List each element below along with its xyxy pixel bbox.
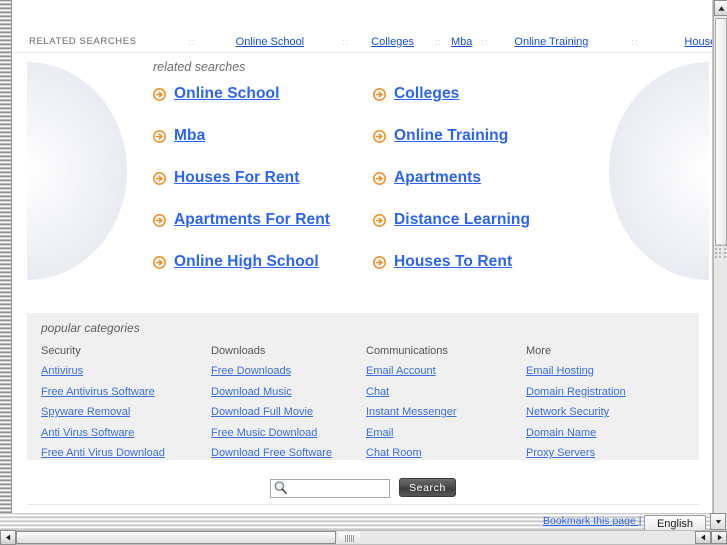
- category-column-security: Security Antivirus Free Antivirus Softwa…: [41, 345, 211, 468]
- category-link[interactable]: Download Music: [211, 386, 292, 398]
- category-link[interactable]: Email: [366, 427, 394, 439]
- nav-separator: ::: [342, 36, 350, 47]
- related-searches-nav-label: RELATED SEARCHES: [29, 36, 137, 47]
- category-link[interactable]: Chat Room: [366, 447, 422, 459]
- scrollbar-grip: [715, 240, 727, 280]
- related-searches-grid: Online School Colleges Mba Online Traini…: [153, 82, 603, 274]
- related-link-item[interactable]: Mba: [153, 124, 373, 148]
- horizontal-scrollbar[interactable]: [0, 530, 727, 545]
- search-button[interactable]: Search: [399, 478, 456, 498]
- related-link-label[interactable]: Apartments: [394, 169, 481, 187]
- related-link-label[interactable]: Colleges: [394, 85, 459, 103]
- related-link-item[interactable]: Distance Learning: [373, 208, 593, 232]
- category-link[interactable]: Download Free Software: [211, 447, 332, 459]
- scrollbar-grip: [338, 532, 360, 544]
- horizontal-scrollbar-track[interactable]: [16, 530, 727, 545]
- popular-categories-heading: popular categories: [41, 321, 140, 335]
- category-link[interactable]: Email Hosting: [526, 365, 594, 377]
- related-link-item[interactable]: Houses For Rent: [153, 166, 373, 190]
- category-link[interactable]: Free Anti Virus Download: [41, 447, 165, 459]
- category-link[interactable]: Domain Registration: [526, 386, 626, 398]
- scroll-left-arrow-icon[interactable]: [0, 530, 16, 545]
- category-column-downloads: Downloads Free Downloads Download Music …: [211, 345, 366, 468]
- arrow-circle-right-icon: [373, 87, 386, 101]
- arrow-circle-right-icon: [373, 171, 386, 185]
- window-left-gutter: [0, 0, 12, 513]
- related-link-item[interactable]: Online School: [153, 82, 373, 106]
- page-content: RELATED SEARCHES :: Online School :: Col…: [13, 0, 713, 513]
- related-link-item[interactable]: Online Training: [373, 124, 593, 148]
- arrow-circle-right-icon: [373, 213, 386, 227]
- nav-separator: ::: [188, 36, 196, 47]
- bookmark-this-page-link[interactable]: Bookmark this page |: [543, 515, 641, 527]
- category-link[interactable]: Domain Name: [526, 427, 596, 439]
- arrow-circle-right-icon: [153, 213, 166, 227]
- category-title: Security: [41, 345, 81, 357]
- category-link[interactable]: Chat: [366, 386, 389, 398]
- arrow-circle-right-icon: [153, 129, 166, 143]
- nav-link-houses-for-rent[interactable]: Houses For Rent: [684, 36, 713, 48]
- related-link-label[interactable]: Houses For Rent: [174, 169, 300, 187]
- category-title: Communications: [366, 345, 448, 357]
- related-link-item[interactable]: Online High School: [153, 250, 373, 274]
- scroll-right-arrow-icon[interactable]: [711, 531, 727, 544]
- related-link-label[interactable]: Online Training: [394, 127, 508, 145]
- category-title: More: [526, 345, 552, 357]
- related-link-label[interactable]: Mba: [174, 127, 205, 145]
- related-link-item[interactable]: Houses To Rent: [373, 250, 593, 274]
- category-link[interactable]: Download Full Movie: [211, 406, 313, 418]
- nav-separator: ::: [481, 36, 489, 47]
- category-link[interactable]: Free Downloads: [211, 365, 291, 377]
- arrow-circle-right-icon: [373, 255, 386, 269]
- related-link-item[interactable]: Colleges: [373, 82, 593, 106]
- category-link[interactable]: Free Antivirus Software: [41, 386, 155, 398]
- scroll-left-arrow-icon[interactable]: [695, 531, 711, 544]
- category-link[interactable]: Email Account: [366, 365, 436, 377]
- related-searches-section: related searches Online School Colleges: [13, 60, 713, 274]
- vertical-scrollbar[interactable]: [713, 0, 727, 513]
- popular-categories-columns: Security Antivirus Free Antivirus Softwa…: [41, 345, 699, 468]
- category-link[interactable]: Free Music Download: [211, 427, 317, 439]
- search-row: Search: [13, 478, 713, 498]
- category-title: Downloads: [211, 345, 266, 357]
- search-field-wrapper: [270, 478, 391, 498]
- vertical-scrollbar-thumb[interactable]: [715, 18, 727, 246]
- related-link-item[interactable]: Apartments: [373, 166, 593, 190]
- arrow-circle-right-icon: [373, 129, 386, 143]
- nav-link-mba[interactable]: Mba: [451, 36, 472, 48]
- category-link[interactable]: Antivirus: [41, 365, 83, 377]
- category-link[interactable]: Network Security: [526, 406, 609, 418]
- search-input[interactable]: [270, 478, 391, 498]
- nav-link-online-school[interactable]: Online School: [236, 36, 305, 48]
- related-link-label[interactable]: Apartments For Rent: [174, 211, 330, 229]
- nav-link-colleges[interactable]: Colleges: [371, 36, 414, 48]
- popular-categories-panel: popular categories Security Antivirus Fr…: [27, 313, 699, 460]
- chevron-down-icon[interactable]: [710, 513, 726, 530]
- related-link-label[interactable]: Online School: [174, 85, 280, 103]
- related-link-label[interactable]: Online High School: [174, 253, 319, 271]
- related-searches-nav: RELATED SEARCHES :: Online School :: Col…: [13, 31, 713, 53]
- horizontal-scroll-buttons: [695, 531, 727, 544]
- related-link-item[interactable]: Apartments For Rent: [153, 208, 373, 232]
- nav-separator: ::: [434, 36, 442, 47]
- related-link-label[interactable]: Distance Learning: [394, 211, 530, 229]
- arrow-circle-right-icon: [153, 255, 166, 269]
- category-column-communications: Communications Email Account Chat Instan…: [366, 345, 526, 468]
- category-link[interactable]: Proxy Servers: [526, 447, 595, 459]
- category-link[interactable]: Anti Virus Software: [41, 427, 134, 439]
- horizontal-scrollbar-thumb[interactable]: [16, 531, 336, 544]
- scroll-up-arrow-icon[interactable]: [714, 0, 727, 16]
- nav-separator: ::: [631, 36, 639, 47]
- page-bottom-divider: [27, 504, 699, 505]
- related-searches-heading: related searches: [153, 60, 246, 74]
- nav-link-online-training[interactable]: Online Training: [514, 36, 588, 48]
- category-link[interactable]: Instant Messenger: [366, 406, 457, 418]
- browser-window: RELATED SEARCHES :: Online School :: Col…: [0, 0, 727, 545]
- arrow-circle-right-icon: [153, 87, 166, 101]
- category-link[interactable]: Spyware Removal: [41, 406, 130, 418]
- related-link-label[interactable]: Houses To Rent: [394, 253, 512, 271]
- category-column-more: More Email Hosting Domain Registration N…: [526, 345, 696, 468]
- arrow-circle-right-icon: [153, 171, 166, 185]
